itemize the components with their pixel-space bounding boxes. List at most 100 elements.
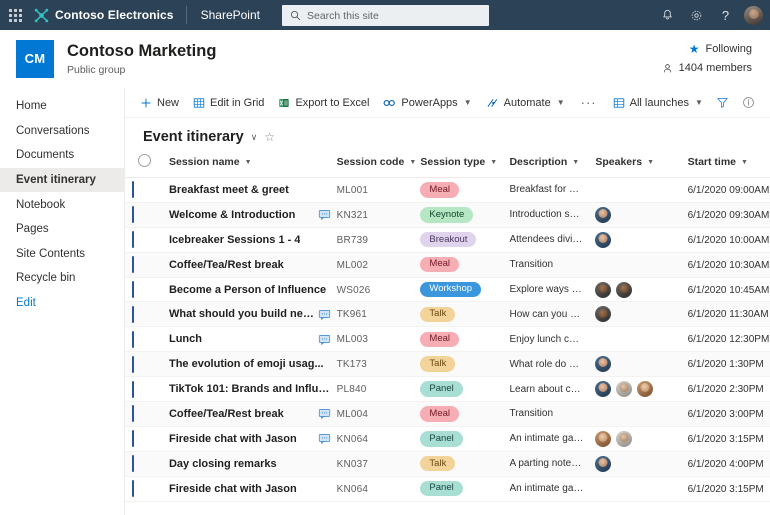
automate-button[interactable]: Automate ▼ <box>479 90 572 116</box>
column-header-session-code[interactable]: Session code ▼ <box>337 154 421 178</box>
table-row[interactable]: Welcome & Introduction KN321 Keynote Introd… <box>125 202 770 228</box>
column-header-start-time[interactable]: Start time ▼ <box>688 154 770 178</box>
row-select-cell[interactable] <box>138 178 169 203</box>
avatar[interactable] <box>595 455 612 472</box>
avatar[interactable] <box>595 231 612 248</box>
row-select-cell[interactable] <box>138 402 169 427</box>
table-row[interactable]: Day closing remarks KN037 Talk A parting no… <box>125 451 770 477</box>
row-select-cell[interactable] <box>138 202 169 227</box>
avatar[interactable] <box>616 430 633 447</box>
edit-in-grid-button[interactable]: Edit in Grid <box>186 90 271 116</box>
sidebar-item-recycle-bin[interactable]: Recycle bin <box>0 266 124 291</box>
cell-session-type: Panel <box>420 476 509 501</box>
table-row[interactable]: Lunch ML003 Meal Enjoy lunch catered b... 6/… <box>125 326 770 352</box>
sidebar-item-event-itinerary[interactable]: Event itinerary <box>0 167 124 193</box>
avatar[interactable] <box>595 381 612 398</box>
following-button[interactable]: ★ Following <box>689 43 752 55</box>
sidebar-item-site-contents[interactable]: Site Contents <box>0 242 124 267</box>
row-select-cell[interactable] <box>138 426 169 451</box>
table-row[interactable]: Coffee/Tea/Rest break ML004 Meal Transition… <box>125 401 770 427</box>
view-selector-button[interactable]: All launches ▼ <box>606 90 710 116</box>
powerapps-button[interactable]: PowerApps ▼ <box>376 90 478 116</box>
cell-session-name[interactable]: Coffee/Tea/Rest break <box>169 252 337 277</box>
avatar[interactable] <box>595 356 612 373</box>
comment-icon-button[interactable] <box>318 407 331 420</box>
cell-session-name[interactable]: Day closing remarks <box>169 451 337 476</box>
cell-session-name[interactable]: Fireside chat with Jason <box>169 426 337 451</box>
row-select-cell[interactable] <box>138 451 169 476</box>
column-header-speakers[interactable]: Speakers ▼ <box>595 154 687 178</box>
app-name-link[interactable]: SharePoint <box>187 8 274 22</box>
comment-icon-button[interactable] <box>318 333 331 346</box>
avatar[interactable] <box>595 281 612 298</box>
favorite-star-icon[interactable]: ☆ <box>264 130 275 144</box>
search-box[interactable] <box>282 5 489 26</box>
row-select-cell[interactable] <box>138 277 169 302</box>
table-row[interactable]: TikTok 101: Brands and Influe... PL840 Pan… <box>125 376 770 402</box>
app-launcher-button[interactable] <box>0 0 30 30</box>
column-header-description[interactable]: Description ▼ <box>509 154 595 178</box>
column-header-session-name[interactable]: Session name ▼ <box>169 154 337 178</box>
table-row[interactable]: Become a Person of Influence WS026 Worksho… <box>125 277 770 302</box>
cell-session-name[interactable]: TikTok 101: Brands and Influe... <box>169 377 337 402</box>
avatar[interactable] <box>595 206 612 223</box>
search-input[interactable] <box>307 9 481 22</box>
cell-session-name[interactable]: Welcome & Introduction <box>169 202 337 227</box>
sidebar-item-pages[interactable]: Pages <box>0 217 124 242</box>
list-title-chevron-icon[interactable]: ∨ <box>251 132 258 143</box>
table-row[interactable]: What should you build next? TK961 Talk How … <box>125 301 770 327</box>
notifications-button[interactable] <box>654 1 681 29</box>
cell-session-name[interactable]: The evolution of emoji usag... <box>169 352 337 377</box>
row-select-cell[interactable] <box>138 377 169 402</box>
avatar[interactable] <box>616 281 633 298</box>
sidebar-item-notebook[interactable]: Notebook <box>0 192 124 217</box>
table-row[interactable]: The evolution of emoji usag... TK173 Talk W… <box>125 351 770 377</box>
brand-link[interactable]: Contoso Electronics <box>30 8 186 23</box>
more-commands-button[interactable]: ··· <box>572 95 606 110</box>
avatar[interactable] <box>595 306 612 323</box>
avatar[interactable] <box>616 381 633 398</box>
avatar[interactable] <box>595 430 612 447</box>
row-select-cell[interactable] <box>138 227 169 252</box>
avatar[interactable] <box>637 381 654 398</box>
cell-session-name[interactable]: Breakfast meet & greet <box>169 178 337 203</box>
cell-start-time: 6/1/2020 10:30AM <box>687 259 770 271</box>
table-row[interactable]: Coffee/Tea/Rest break ML002 Meal Transition… <box>125 252 770 278</box>
settings-button[interactable] <box>683 1 710 29</box>
sidebar-item-conversations[interactable]: Conversations <box>0 119 124 144</box>
row-select-cell[interactable] <box>138 352 169 377</box>
table-row[interactable]: Icebreaker Sessions 1 - 4 BR739 Breakout At… <box>125 227 770 253</box>
table-row[interactable]: Fireside chat with Jason KN064 Panel An int… <box>125 426 770 452</box>
row-select-cell[interactable] <box>138 252 169 277</box>
waffle-icon <box>8 8 22 22</box>
cell-session-name[interactable]: What should you build next? <box>169 302 337 327</box>
comment-icon-button[interactable] <box>318 308 331 321</box>
account-avatar[interactable] <box>744 5 763 25</box>
row-select-cell[interactable] <box>138 327 169 352</box>
table-row[interactable]: Fireside chat with Jason KN064 Panel An int… <box>125 476 770 502</box>
cell-session-name[interactable]: Lunch <box>169 327 337 352</box>
sidebar-item-home[interactable]: Home <box>0 94 124 119</box>
help-button[interactable]: ? <box>712 1 739 29</box>
cell-session-name[interactable]: Coffee/Tea/Rest break <box>169 402 337 427</box>
details-info-button[interactable] <box>736 90 762 116</box>
table-body: Breakfast meet & greet ML001 Meal Breakfast… <box>125 177 770 502</box>
cell-session-name[interactable]: Fireside chat with Jason <box>169 476 337 501</box>
new-button[interactable]: New <box>133 90 186 116</box>
select-all-circle[interactable] <box>137 154 151 167</box>
sidebar-item-edit[interactable]: Edit <box>0 291 124 316</box>
comment-icon-button[interactable] <box>318 432 331 445</box>
cell-session-name[interactable]: Become a Person of Influence <box>169 277 337 302</box>
table-row[interactable]: Breakfast meet & greet ML001 Meal Breakfast… <box>125 177 770 203</box>
comment-icon <box>318 309 330 320</box>
sidebar-item-documents[interactable]: Documents <box>0 143 124 168</box>
comment-icon-button[interactable] <box>318 208 331 221</box>
column-header-session-type[interactable]: Session type ▼ <box>420 154 509 178</box>
row-select-cell[interactable] <box>138 476 169 501</box>
members-button[interactable]: 1404 members <box>662 62 752 74</box>
cell-session-name[interactable]: Icebreaker Sessions 1 - 4 <box>169 227 337 252</box>
cell-start-time: 6/1/2020 1:30PM <box>687 359 764 371</box>
row-select-cell[interactable] <box>138 302 169 327</box>
filter-button[interactable] <box>710 90 736 116</box>
export-to-excel-button[interactable]: Export to Excel <box>271 90 376 116</box>
